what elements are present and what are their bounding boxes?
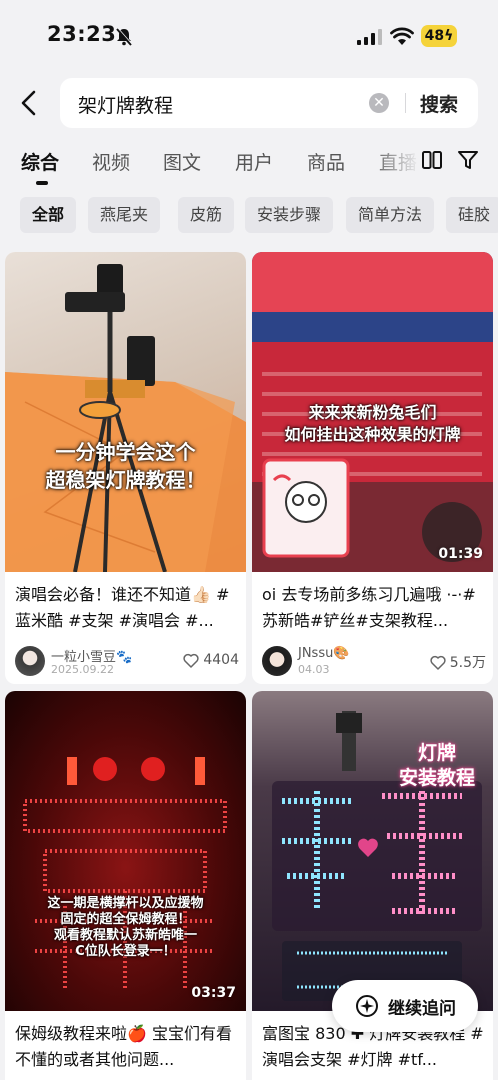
tab-image-text[interactable]: 图文	[163, 148, 201, 175]
result-tabs: 综合 视频 图文 用户 商品 直播	[0, 140, 498, 186]
wifi-icon	[390, 27, 414, 45]
battery-indicator: 48 ϟ	[421, 25, 457, 47]
chip-simple-method[interactable]: 简单方法	[346, 197, 435, 233]
back-arrow-icon[interactable]	[16, 88, 42, 118]
search-bar: 架灯牌教程 ✕ 搜索	[0, 76, 498, 132]
tab-users[interactable]: 用户	[235, 148, 273, 175]
card-author: 一粒小雪豆🐾 2025.09.22 4404	[15, 644, 239, 680]
card-thumbnail[interactable]: 一分钟学会这个 超稳架灯牌教程！	[5, 252, 246, 572]
status-time: 23:23	[47, 22, 117, 46]
search-button[interactable]: 搜索	[420, 90, 458, 117]
heart-icon	[430, 655, 446, 670]
card-title[interactable]: 演唱会必备！谁还不知道👍🏻 #蓝米酷 #支架 #演唱会 #...	[15, 582, 239, 634]
card-thumbnail[interactable]: 灯牌 安装教程	[252, 691, 493, 1011]
tab-products[interactable]: 商品	[307, 148, 345, 175]
avatar[interactable]	[15, 646, 45, 676]
chip-binder-clip[interactable]: 燕尾夹	[88, 197, 161, 233]
tripod-image	[5, 264, 246, 572]
layout-toggle-icon[interactable]	[421, 149, 443, 171]
post-date: 04.03	[298, 663, 330, 676]
avatar[interactable]	[262, 646, 292, 676]
chip-install-steps[interactable]: 安装步骤	[245, 197, 334, 233]
post-date: 2025.09.22	[51, 663, 114, 676]
result-card[interactable]: 一分钟学会这个 超稳架灯牌教程！ 演唱会必备！谁还不知道👍🏻 #蓝米酷 #支架 …	[5, 252, 246, 684]
thumbnail-caption: 这一期是横撑杆以及应援物 固定的超全保姆教程！ 观看教程默认苏新皓唯一 C位队长…	[47, 896, 204, 959]
result-card[interactable]: 来来来新粉兔毛们 如何挂出这种效果的灯牌 01:39 oi 去专场前多练习几遍哦…	[252, 252, 493, 684]
search-query[interactable]: 架灯牌教程	[78, 91, 173, 118]
author-name[interactable]: JNssu🎨	[298, 646, 350, 661]
like-count[interactable]: 4404	[183, 652, 239, 668]
card-title[interactable]: oi 去专场前多练习几遍哦 ·-·#苏新皓#铲丝#支架教程...	[262, 582, 486, 634]
active-tab-indicator	[36, 181, 48, 185]
heart-icon	[183, 653, 199, 668]
follow-up-label: 继续追问	[388, 998, 456, 1019]
led-sign-image	[23, 757, 227, 991]
video-duration: 01:39	[438, 546, 483, 562]
clear-icon[interactable]: ✕	[369, 93, 389, 113]
search-input[interactable]: 架灯牌教程 ✕ 搜索	[60, 78, 478, 128]
thumbnail-caption: 来来来新粉兔毛们 如何挂出这种效果的灯牌	[284, 403, 461, 444]
status-bar: 23:23 48 ϟ	[0, 0, 498, 72]
card-author: JNssu🎨 04.03 5.5万	[262, 644, 486, 680]
video-duration: 03:37	[191, 985, 236, 1001]
chip-silicone[interactable]: 硅胶	[446, 197, 498, 233]
search-divider	[405, 93, 406, 113]
tab-video[interactable]: 视频	[92, 148, 130, 175]
card-title[interactable]: 保姆级教程来啦🍎 宝宝们有看不懂的或者其他问题...	[15, 1021, 239, 1073]
tab-comprehensive[interactable]: 综合	[21, 148, 59, 175]
like-count[interactable]: 5.5万	[430, 652, 486, 672]
thumbnail-caption: 灯牌 安装教程	[398, 742, 475, 789]
filter-chips: 全部 燕尾夹 皮筋 安装步骤 简单方法 硅胶	[20, 197, 498, 237]
thumbnail-caption: 一分钟学会这个 超稳架灯牌教程！	[45, 440, 206, 492]
filter-icon[interactable]	[457, 149, 479, 171]
chip-all[interactable]: 全部	[20, 197, 77, 233]
card-thumbnail[interactable]: 这一期是横撑杆以及应援物 固定的超全保姆教程！ 观看教程默认苏新皓唯一 C位队长…	[5, 691, 246, 1011]
ai-sparkle-icon	[356, 995, 378, 1017]
result-card[interactable]: 这一期是横撑杆以及应援物 固定的超全保姆教程！ 观看教程默认苏新皓唯一 C位队长…	[5, 691, 246, 1080]
follow-up-button[interactable]: 继续追问	[332, 980, 478, 1032]
tab-fade	[370, 140, 420, 186]
led-sign-image	[272, 711, 482, 1001]
cellular-signal-icon	[357, 29, 382, 45]
chip-rubber-band[interactable]: 皮筋	[178, 197, 235, 233]
card-thumbnail[interactable]: 来来来新粉兔毛们 如何挂出这种效果的灯牌 01:39	[252, 252, 493, 572]
mute-bell-icon	[116, 27, 133, 46]
